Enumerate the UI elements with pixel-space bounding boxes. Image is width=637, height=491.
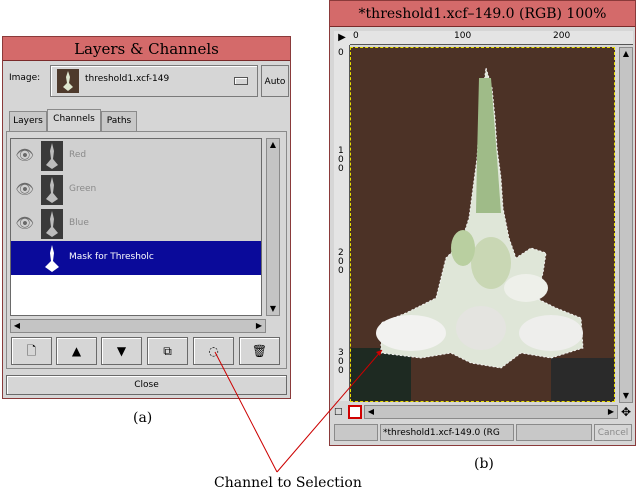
annotation-line-right (276, 349, 383, 473)
annotation-lines (214, 349, 383, 473)
annotation-arrowhead (376, 350, 382, 356)
annotation-line-left (214, 351, 278, 473)
